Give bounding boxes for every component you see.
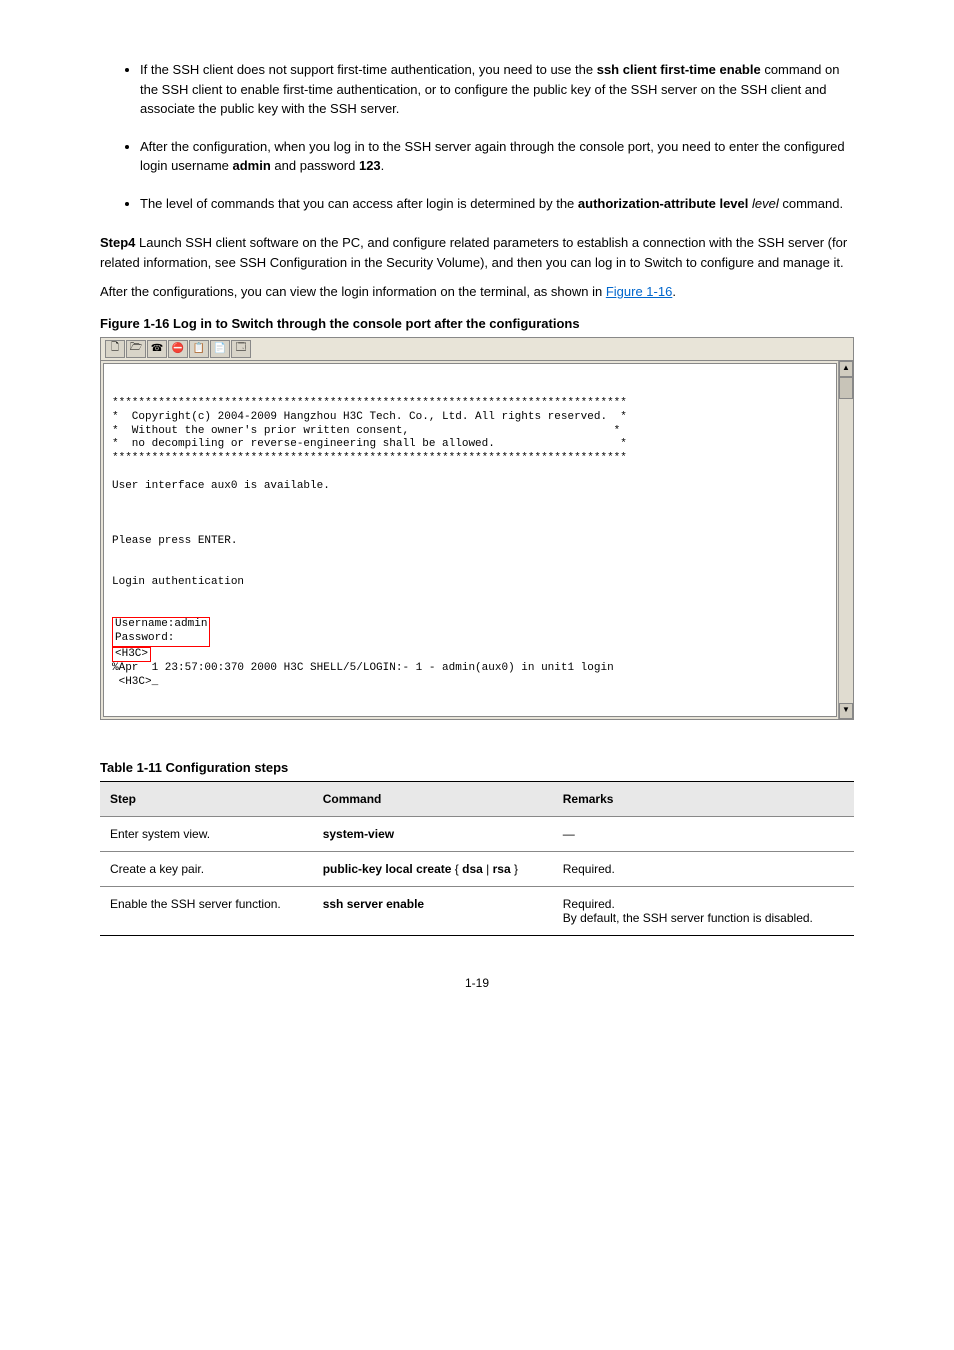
col-header-command: Command xyxy=(313,781,553,816)
bullet-text: The level of commands that you can acces… xyxy=(140,196,578,211)
scroll-up-button[interactable]: ▲ xyxy=(839,361,853,377)
bullet-text: and password xyxy=(271,158,359,173)
terminal-output: ****************************************… xyxy=(103,363,837,717)
toolbar-paste-icon[interactable]: 📄 xyxy=(210,340,230,358)
cell-command: ssh server enable xyxy=(313,886,553,935)
login-credentials-highlight: Username:admin Password: xyxy=(112,617,210,647)
cmd: public-key local create xyxy=(323,862,452,876)
bullet-item: The level of commands that you can acces… xyxy=(140,194,854,214)
terminal-line: ****************************************… xyxy=(112,452,627,464)
page-number: 1-19 xyxy=(100,976,854,990)
step-paragraph: Step4 Launch SSH client software on the … xyxy=(100,233,854,272)
cmd: ssh server enable xyxy=(323,897,424,911)
terminal-line: * no decompiling or reverse-engineering … xyxy=(112,438,627,450)
cmd-sep: | xyxy=(483,862,493,876)
terminal-line: Please press ENTER. xyxy=(112,535,237,547)
figure-ref-paragraph: After the configurations, you can view t… xyxy=(100,282,854,302)
terminal-tail: %Apr 1 23:57:00:370 2000 H3C SHELL/5/LOG… xyxy=(112,662,614,688)
terminal-line: Login authentication xyxy=(112,576,244,588)
figure-caption: Figure 1-16 Log in to Switch through the… xyxy=(100,316,854,331)
scroll-down-button[interactable]: ▼ xyxy=(839,703,853,719)
cell-step: Enter system view. xyxy=(100,816,313,851)
cmd: dsa xyxy=(462,862,483,876)
arg-text: level xyxy=(752,196,779,211)
table-row: Enable the SSH server function. ssh serv… xyxy=(100,886,854,935)
terminal-line: * Copyright(c) 2004-2009 Hangzhou H3C Te… xyxy=(112,411,627,423)
cmd: rsa xyxy=(493,862,511,876)
cell-command: system-view xyxy=(313,816,553,851)
toolbar-new-icon[interactable]: 🗋 xyxy=(105,340,125,358)
step-text: Launch SSH client software on the PC, an… xyxy=(100,235,847,270)
scroll-thumb[interactable] xyxy=(839,377,853,399)
table-header-row: Step Command Remarks xyxy=(100,781,854,816)
cmd-text: admin xyxy=(233,158,271,173)
bullet-item: After the configuration, when you log in… xyxy=(140,137,854,176)
bullet-item: If the SSH client does not support first… xyxy=(140,60,854,119)
cell-step: Enable the SSH server function. xyxy=(100,886,313,935)
toolbar-disconnect-icon[interactable]: ⛔ xyxy=(168,340,188,358)
terminal-line: ****************************************… xyxy=(112,397,627,409)
cell-step: Create a key pair. xyxy=(100,851,313,886)
config-steps-table: Step Command Remarks Enter system view. … xyxy=(100,781,854,936)
cell-remarks: — xyxy=(553,816,854,851)
bullet-text: . xyxy=(381,158,385,173)
prompt-highlight: <H3C> xyxy=(112,647,151,663)
col-header-remarks: Remarks xyxy=(553,781,854,816)
terminal-line: User interface aux0 is available. xyxy=(112,480,330,492)
table-row: Create a key pair. public-key local crea… xyxy=(100,851,854,886)
bullet-list: If the SSH client does not support first… xyxy=(140,60,854,213)
terminal-toolbar: 🗋 🗁 ☎ ⛔ 📋 📄 🗔 xyxy=(100,337,854,360)
bullet-text: command. xyxy=(779,196,843,211)
toolbar-connect-icon[interactable]: ☎ xyxy=(147,340,167,358)
table-caption: Table 1-11 Configuration steps xyxy=(100,760,854,775)
terminal-line: * Without the owner's prior written cons… xyxy=(112,425,620,437)
table-row: Enter system view. system-view — xyxy=(100,816,854,851)
step-label: Step4 xyxy=(100,235,135,250)
figref-post: . xyxy=(672,284,676,299)
figref-pre: After the configurations, you can view t… xyxy=(100,284,606,299)
cmd-text: authorization-attribute level xyxy=(578,196,748,211)
cmd-text: 123 xyxy=(359,158,381,173)
cmd-text: ssh client first-time enable xyxy=(597,62,761,77)
cell-remarks: Required. By default, the SSH server fun… xyxy=(553,886,854,935)
toolbar-props-icon[interactable]: 🗔 xyxy=(231,340,251,358)
cmd-sep: { xyxy=(451,862,462,876)
terminal-screenshot: 🗋 🗁 ☎ ⛔ 📋 📄 🗔 **************************… xyxy=(100,337,854,720)
toolbar-open-icon[interactable]: 🗁 xyxy=(126,340,146,358)
cmd-sep: } xyxy=(511,862,518,876)
figure-link[interactable]: Figure 1-16 xyxy=(606,284,672,299)
col-header-step: Step xyxy=(100,781,313,816)
cell-remarks: Required. xyxy=(553,851,854,886)
toolbar-copy-icon[interactable]: 📋 xyxy=(189,340,209,358)
bullet-text: If the SSH client does not support first… xyxy=(140,62,597,77)
cmd: system-view xyxy=(323,827,394,841)
cell-command: public-key local create { dsa | rsa } xyxy=(313,851,553,886)
scrollbar[interactable]: ▲ ▼ xyxy=(838,361,853,719)
